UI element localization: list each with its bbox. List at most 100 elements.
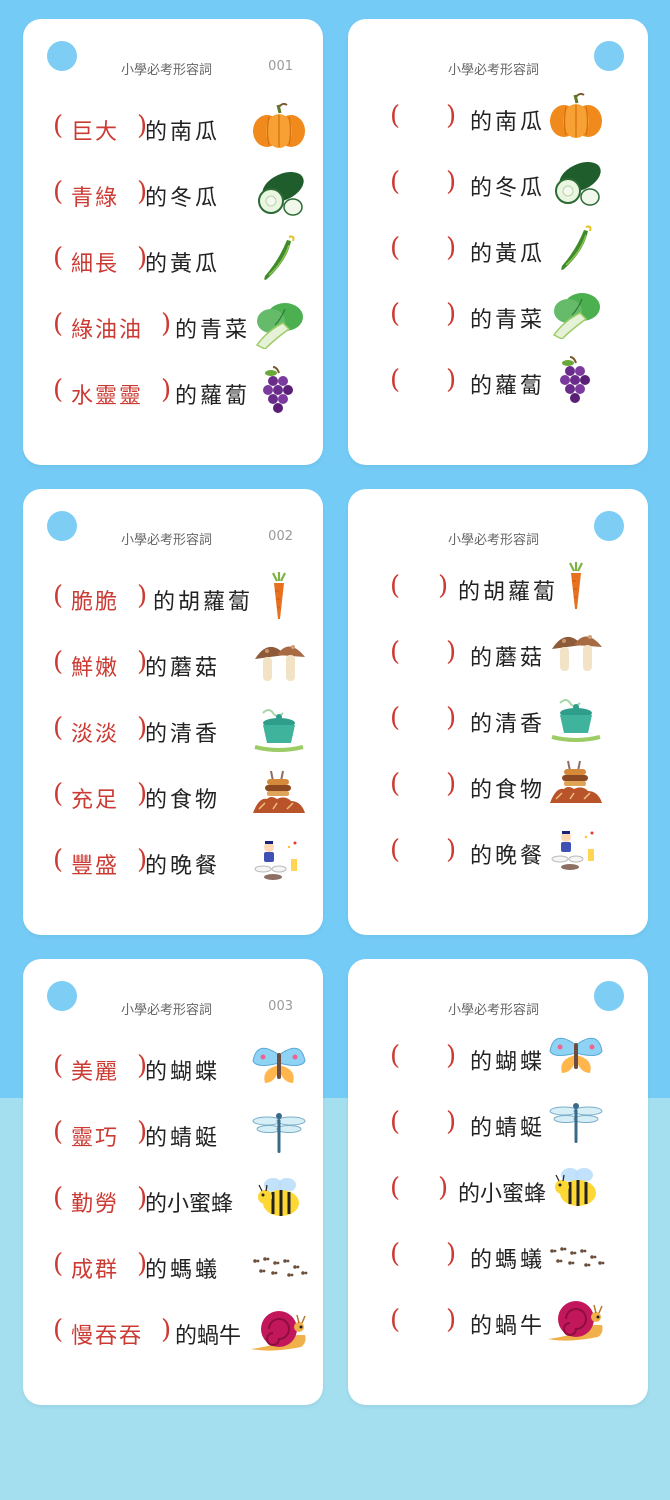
card-row: ( 青綠 ) 的冬瓜 [53, 167, 313, 217]
card-row: ( 充足 ) 的食物 [53, 769, 313, 819]
adjective: 脆脆 [71, 590, 120, 615]
adjective: 美麗 [71, 1060, 120, 1085]
card-row: ( ) 的冬瓜 [390, 157, 650, 207]
mushroom-icon [249, 637, 309, 687]
noun-phrase: 的蝸牛 [175, 1324, 242, 1349]
adjective: 靈巧 [71, 1126, 120, 1151]
close-paren: ) [161, 375, 172, 405]
ring-hole [594, 981, 624, 1011]
close-paren: ) [446, 1107, 457, 1137]
card-row: ( ) 的蝴蝶 [390, 1031, 650, 1081]
bee-icon [249, 1173, 309, 1223]
open-paren: ( [53, 309, 64, 339]
food-pile-icon [546, 759, 606, 809]
noun-phrase: 的南瓜 [470, 110, 546, 135]
card-row: ( ) 的晚餐 [390, 825, 650, 875]
noun-phrase: 的蜻蜓 [470, 1116, 546, 1141]
bok-choy-icon [546, 289, 606, 339]
card-title: 小學必考形容詞 [448, 63, 540, 78]
mushroom-icon [546, 627, 606, 677]
close-paren: ) [438, 1173, 449, 1203]
food-pile-icon [249, 769, 309, 819]
card-002-answers: 小學必考形容詞 002 ( 脆脆 ) 的胡蘿蔔 ( 鮮嫩 ) 的蘑菇 ( 淡淡 … [23, 489, 323, 935]
noun-phrase: 的黃瓜 [145, 252, 221, 277]
noun-phrase: 的食物 [145, 788, 221, 813]
open-paren: ( [53, 779, 64, 809]
adjective: 水靈靈 [71, 384, 144, 409]
close-paren: ) [446, 835, 457, 865]
open-paren: ( [390, 637, 401, 667]
adjective: 成群 [71, 1258, 120, 1283]
close-paren: ) [446, 101, 457, 131]
card-row: ( ) 的黃瓜 [390, 223, 650, 273]
open-paren: ( [53, 111, 64, 141]
card-003-blank: 小學必考形容詞 ( ) 的蝴蝶 ( ) 的蜻蜓 ( ) 的小蜜蜂 ( ) 的螞蟻… [348, 959, 648, 1405]
card-001-answers: 小學必考形容詞 001 ( 巨大 ) 的南瓜 ( 青綠 ) 的冬瓜 ( 細長 )… [23, 19, 323, 465]
noun-phrase: 的青菜 [470, 308, 546, 333]
close-paren: ) [446, 1041, 457, 1071]
close-paren: ) [446, 167, 457, 197]
card-row: ( 淡淡 ) 的清香 [53, 703, 313, 753]
noun-phrase: 的胡蘿蔔 [458, 580, 559, 605]
open-paren: ( [390, 365, 401, 395]
open-paren: ( [53, 1315, 64, 1345]
adjective: 鮮嫩 [71, 656, 120, 681]
close-paren: ) [446, 299, 457, 329]
open-paren: ( [53, 581, 64, 611]
open-paren: ( [390, 1305, 401, 1335]
card-row: ( 巨大 ) 的南瓜 [53, 101, 313, 151]
noun-phrase: 的清香 [470, 712, 546, 737]
noun-phrase: 的胡蘿蔔 [153, 590, 254, 615]
cucumber-icon [249, 233, 309, 283]
grapes-icon [249, 365, 309, 415]
bee-icon [546, 1163, 606, 1213]
card-number: 002 [268, 529, 293, 544]
noun-phrase: 的食物 [470, 778, 546, 803]
close-paren: ) [446, 365, 457, 395]
card-title: 小學必考形容詞 [121, 63, 213, 78]
ring-hole [47, 511, 77, 541]
steaming-pot-icon [546, 693, 606, 743]
open-paren: ( [390, 769, 401, 799]
card-row: ( 脆脆 ) 的胡蘿蔔 [53, 571, 313, 621]
close-paren: ) [446, 1239, 457, 1269]
open-paren: ( [390, 167, 401, 197]
card-row: ( ) 的小蜜蜂 [390, 1163, 650, 1213]
adjective: 豐盛 [71, 854, 120, 879]
adjective: 淡淡 [71, 722, 120, 747]
grapes-icon [546, 355, 606, 405]
card-row: ( ) 的蝸牛 [390, 1295, 650, 1345]
open-paren: ( [53, 1051, 64, 1081]
card-title: 小學必考形容詞 [448, 533, 540, 548]
card-row: ( ) 的蘿蔔 [390, 355, 650, 405]
noun-phrase: 的螞蟻 [470, 1248, 546, 1273]
card-row: ( 慢吞吞 ) 的蝸牛 [53, 1305, 313, 1355]
steaming-pot-icon [249, 703, 309, 753]
butterfly-icon [546, 1031, 606, 1081]
card-row: ( ) 的螞蟻 [390, 1229, 650, 1279]
card-row: ( 成群 ) 的螞蟻 [53, 1239, 313, 1289]
card-003-answers: 小學必考形容詞 003 ( 美麗 ) 的蝴蝶 ( 靈巧 ) 的蜻蜓 ( 勤勞 )… [23, 959, 323, 1405]
adjective: 細長 [71, 252, 120, 277]
close-paren: ) [446, 703, 457, 733]
close-paren: ) [446, 769, 457, 799]
close-paren: ) [161, 1315, 172, 1345]
noun-phrase: 的小蜜蜂 [145, 1192, 234, 1217]
bok-choy-icon [249, 299, 309, 349]
dinner-icon [546, 825, 606, 875]
noun-phrase: 的黃瓜 [470, 242, 546, 267]
noun-phrase: 的蝸牛 [470, 1314, 546, 1339]
close-paren: ) [446, 233, 457, 263]
open-paren: ( [53, 243, 64, 273]
open-paren: ( [390, 299, 401, 329]
noun-phrase: 的螞蟻 [145, 1258, 221, 1283]
card-row: ( ) 的胡蘿蔔 [390, 561, 650, 611]
card-row: ( ) 的清香 [390, 693, 650, 743]
card-001-blank: 小學必考形容詞 ( ) 的南瓜 ( ) 的冬瓜 ( ) 的黃瓜 ( ) 的青菜 … [348, 19, 648, 465]
noun-phrase: 的蜻蜓 [145, 1126, 221, 1151]
noun-phrase: 的蘑菇 [145, 656, 221, 681]
noun-phrase: 的蘑菇 [470, 646, 546, 671]
open-paren: ( [53, 375, 64, 405]
open-paren: ( [53, 1183, 64, 1213]
winter-melon-icon [249, 167, 309, 217]
